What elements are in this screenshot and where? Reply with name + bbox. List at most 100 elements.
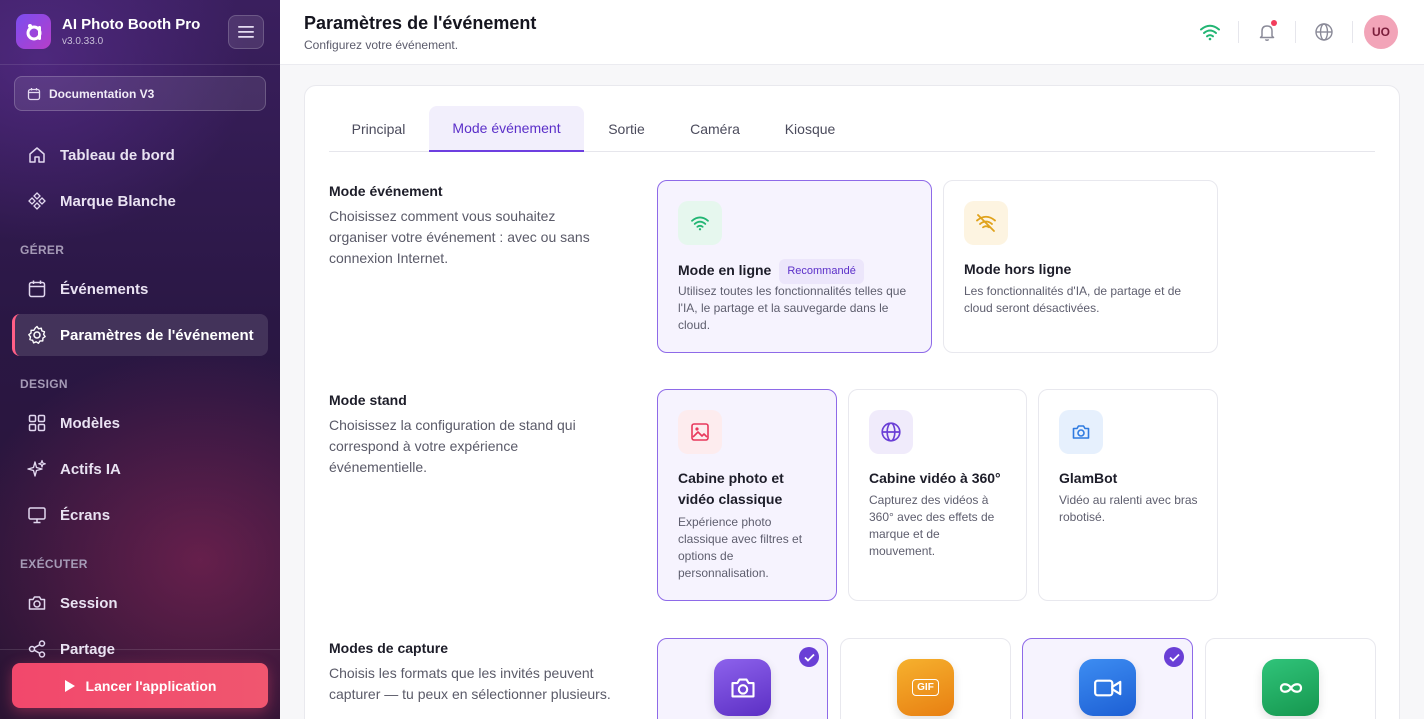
app-version: v3.0.33.0 bbox=[62, 36, 104, 47]
play-icon bbox=[64, 679, 75, 692]
home-icon bbox=[29, 147, 45, 163]
video-360-card[interactable]: Cabine vidéo à 360° Capturez des vidéos … bbox=[848, 389, 1027, 601]
notification-dot bbox=[1271, 20, 1277, 26]
section-label-design: DESIGN bbox=[20, 377, 68, 391]
online-mode-description: Utilisez toutes les fonctionnalités tell… bbox=[678, 284, 907, 332]
diamond-icon bbox=[28, 192, 46, 210]
sidebar-item-label: Événements bbox=[60, 280, 149, 298]
sidebar-item-session[interactable]: Session bbox=[12, 582, 268, 624]
online-mode-card[interactable]: Mode en ligne Recommandé Utilisez toutes … bbox=[657, 180, 932, 353]
launch-app-label: Lancer l'application bbox=[85, 677, 217, 694]
launch-area: Lancer l'application bbox=[0, 649, 280, 719]
tab-principal[interactable]: Principal bbox=[329, 106, 428, 151]
check-icon bbox=[799, 647, 819, 667]
page-subtitle: Configurez votre événement. bbox=[304, 38, 459, 52]
image-icon bbox=[678, 410, 722, 454]
glambot-card[interactable]: GlamBot Vidéo au ralenti avec bras robot… bbox=[1038, 389, 1218, 601]
sidebar-item-label: Paramètres de l'événement bbox=[60, 326, 254, 344]
stand-mode-description: Choisissez la configuration de stand qui… bbox=[329, 417, 576, 475]
language-button[interactable] bbox=[1307, 15, 1341, 49]
sidebar-item-label: Modèles bbox=[60, 414, 121, 432]
user-avatar[interactable]: UO bbox=[1364, 15, 1398, 49]
sidebar-item-ai-assets[interactable]: Actifs IA bbox=[12, 448, 268, 490]
connection-status-button[interactable] bbox=[1193, 15, 1227, 49]
sidebar-item-dashboard[interactable]: Tableau de bord bbox=[12, 134, 268, 176]
sidebar-item-screens[interactable]: Écrans bbox=[12, 494, 268, 536]
section-label-manage: GÉRER bbox=[20, 243, 65, 257]
sparkles-icon bbox=[27, 459, 46, 477]
check-icon bbox=[1164, 647, 1184, 667]
capture-modes-description: Choisis les formats que les invités peuv… bbox=[329, 665, 611, 702]
app-logo bbox=[16, 14, 51, 49]
capture-boomerang-card[interactable] bbox=[1205, 638, 1376, 719]
recommended-badge: Recommandé bbox=[779, 259, 864, 284]
sidebar-item-event-settings[interactable]: Paramètres de l'événement bbox=[12, 314, 268, 356]
capture-modes-title: Modes de capture bbox=[329, 640, 449, 656]
wifi-icon bbox=[678, 201, 722, 245]
gif-icon: GIF bbox=[897, 659, 954, 716]
wifi-off-icon bbox=[964, 201, 1008, 245]
sidebar-item-label: Actifs IA bbox=[60, 460, 121, 478]
tab-output[interactable]: Sortie bbox=[589, 106, 664, 151]
capture-video-card[interactable] bbox=[1022, 638, 1193, 719]
header-separator bbox=[1238, 21, 1239, 43]
video-360-description: Capturez des vidéos à 360° avec des effe… bbox=[869, 493, 995, 558]
header-separator bbox=[1352, 21, 1353, 43]
calendar-icon bbox=[28, 280, 46, 298]
section-label-run: EXÉCUTER bbox=[20, 557, 88, 571]
video-camera-icon bbox=[1079, 659, 1136, 716]
sidebar-item-white-label[interactable]: Marque Blanche bbox=[12, 180, 268, 222]
tab-event-mode[interactable]: Mode événement bbox=[429, 106, 584, 152]
settings-panel: Principal Mode événement Sortie Caméra K… bbox=[304, 85, 1400, 719]
header-separator bbox=[1295, 21, 1296, 43]
infinity-icon bbox=[1262, 659, 1319, 716]
sidebar-item-label: Session bbox=[60, 594, 118, 612]
globe-icon bbox=[1315, 23, 1333, 41]
notifications-button[interactable] bbox=[1250, 15, 1284, 49]
sidebar-item-events[interactable]: Événements bbox=[12, 268, 268, 310]
settings-tabs: Principal Mode événement Sortie Caméra K… bbox=[329, 106, 1375, 152]
glambot-title: GlamBot bbox=[1059, 470, 1118, 486]
brand: AI Photo Booth Pro v3.0.33.0 bbox=[16, 14, 200, 49]
tab-camera[interactable]: Caméra bbox=[674, 106, 756, 151]
online-mode-title: Mode en ligne bbox=[678, 262, 772, 278]
event-selector-label: Documentation V3 bbox=[49, 86, 155, 101]
stand-mode-title: Mode stand bbox=[329, 392, 407, 408]
gif-icon-label: GIF bbox=[912, 679, 939, 696]
online-mode-title-row: Mode en ligne Recommandé bbox=[678, 259, 864, 284]
page-title: Paramètres de l'événement bbox=[304, 13, 537, 33]
camera-icon bbox=[28, 596, 46, 610]
event-mode-title: Mode événement bbox=[329, 183, 443, 199]
app-name: AI Photo Booth Pro bbox=[62, 16, 201, 33]
sidebar-item-label: Écrans bbox=[60, 506, 111, 524]
offline-mode-title: Mode hors ligne bbox=[964, 261, 1072, 277]
event-selector[interactable]: Documentation V3 bbox=[14, 76, 266, 111]
classic-booth-title: Cabine photo et vidéo classique bbox=[678, 470, 784, 507]
classic-booth-description: Expérience photo classique avec filtres … bbox=[678, 515, 803, 580]
capture-photo-card[interactable] bbox=[657, 638, 828, 719]
tab-kiosk[interactable]: Kiosque bbox=[766, 106, 854, 151]
globe-icon bbox=[869, 410, 913, 454]
capture-gif-card[interactable]: GIF bbox=[840, 638, 1011, 719]
glambot-description: Vidéo au ralenti avec bras robotisé. bbox=[1059, 493, 1198, 524]
offline-mode-description: Les fonctionnalités d'IA, de partage et … bbox=[964, 284, 1182, 315]
sidebar: AI Photo Booth Pro v3.0.33.0 Documentati… bbox=[0, 0, 280, 719]
video-360-title: Cabine vidéo à 360° bbox=[869, 470, 1001, 486]
event-mode-description: Choisissez comment vous souhaitez organi… bbox=[329, 208, 590, 266]
offline-mode-card[interactable]: Mode hors ligne Les fonctionnalités d'IA… bbox=[943, 180, 1218, 353]
calendar-icon bbox=[27, 87, 41, 100]
monitor-icon bbox=[28, 507, 46, 524]
grid-icon bbox=[28, 414, 46, 432]
gear-icon bbox=[28, 325, 46, 344]
launch-app-button[interactable]: Lancer l'application bbox=[12, 663, 268, 708]
top-header: Paramètres de l'événement Configurez vot… bbox=[280, 0, 1424, 65]
wifi-icon bbox=[1200, 24, 1220, 41]
photo-camera-icon bbox=[714, 659, 771, 716]
sidebar-item-templates[interactable]: Modèles bbox=[12, 402, 268, 444]
classic-booth-card[interactable]: Cabine photo et vidéo classique Expérien… bbox=[657, 389, 837, 601]
hamburger-icon bbox=[238, 26, 254, 38]
camera-icon bbox=[1059, 410, 1103, 454]
menu-toggle-button[interactable] bbox=[228, 15, 264, 49]
sidebar-item-label: Tableau de bord bbox=[60, 146, 175, 164]
sidebar-divider bbox=[0, 64, 280, 65]
